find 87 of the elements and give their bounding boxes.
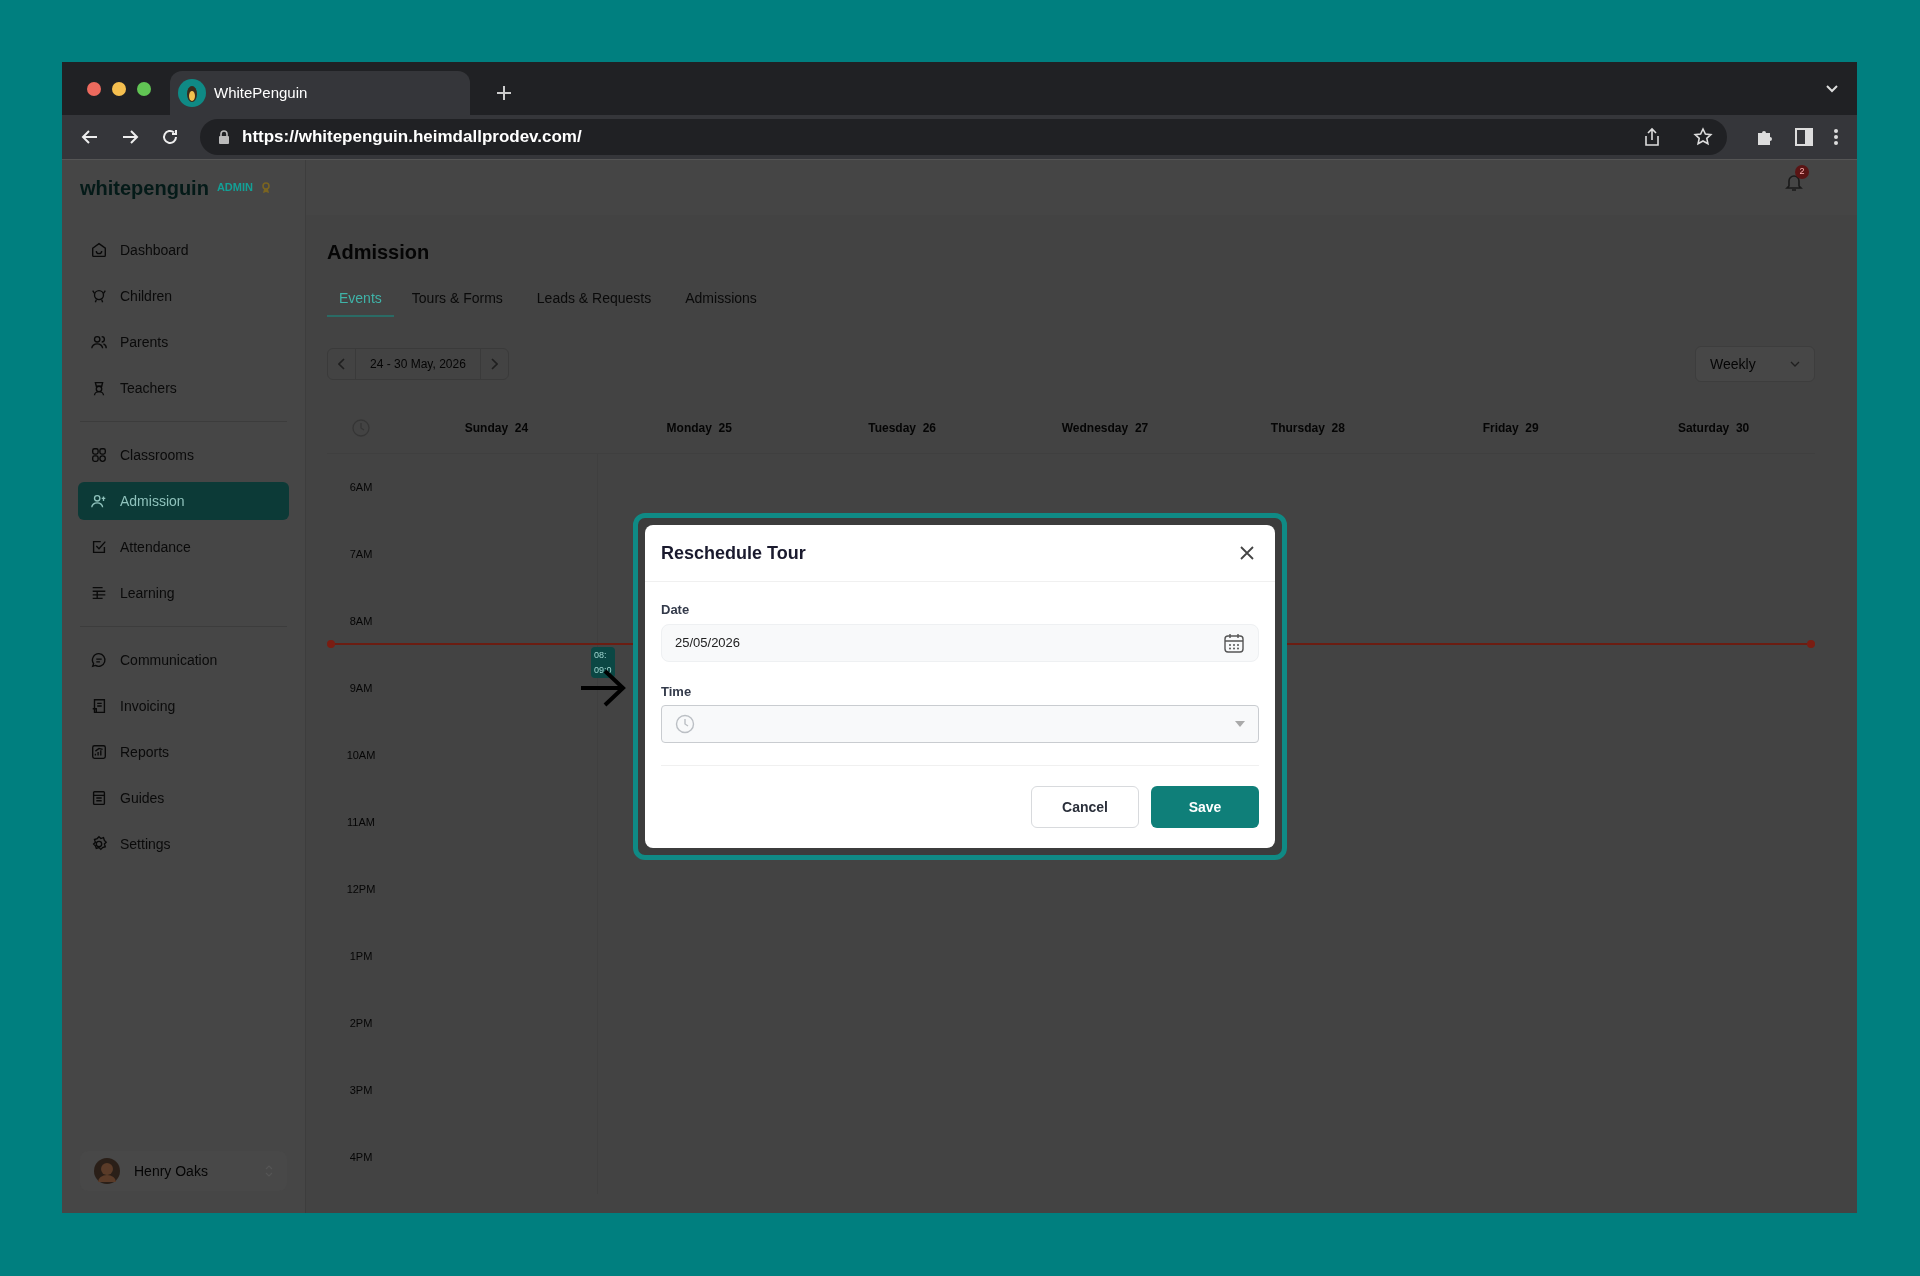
role-label: ADMIN <box>216 180 253 196</box>
cancel-button[interactable]: Cancel <box>1031 786 1139 828</box>
new-tab-icon[interactable] <box>496 85 512 101</box>
sidebar-item[interactable]: Classrooms <box>78 436 289 474</box>
hour-label: 6AM <box>349 480 373 496</box>
hour-label: 12PM <box>346 882 376 898</box>
hour-label: 7AM <box>349 547 373 563</box>
browser-tab[interactable]: WhitePenguin <box>170 71 470 115</box>
hour-label: 11AM <box>347 815 375 831</box>
minimize-window-icon[interactable] <box>112 82 126 96</box>
sidebar-item[interactable]: Communication <box>78 641 289 679</box>
hour-label: 8AM <box>349 614 373 630</box>
hour-label: 4PM <box>349 1150 373 1166</box>
hour-label: 1PM <box>349 949 373 965</box>
sidebar-item[interactable]: Learning <box>78 574 289 612</box>
reload-icon[interactable] <box>160 127 180 147</box>
clock-icon <box>675 714 695 734</box>
chevron-right-icon <box>490 358 499 370</box>
sidebar-item[interactable]: Teachers <box>78 369 289 407</box>
lock-icon <box>218 130 230 144</box>
chat-icon <box>90 651 108 669</box>
view-dropdown[interactable]: Weekly <box>1695 346 1815 382</box>
user-plus-icon <box>90 492 108 510</box>
share-icon[interactable] <box>1643 127 1661 147</box>
page-tab[interactable]: Admissions <box>669 281 773 317</box>
sidebar-item[interactable]: Guides <box>78 779 289 817</box>
document-icon <box>90 789 108 807</box>
day-header: Saturday 30 <box>1677 419 1750 437</box>
chart-icon <box>90 743 108 761</box>
field-label: Date <box>661 601 691 619</box>
sidebar-item[interactable]: Settings <box>78 825 289 863</box>
award-icon <box>260 181 271 194</box>
day-header: Tuesday 26 <box>868 419 937 437</box>
sidebar-item[interactable]: Children <box>78 277 289 315</box>
close-icon <box>1239 545 1255 561</box>
hour-label: 3PM <box>349 1083 373 1099</box>
modal-title: Reschedule Tour <box>661 541 806 565</box>
book-icon <box>90 584 108 602</box>
user-name: Henry Oaks <box>134 1161 209 1181</box>
date-range: 24 - 30 May, 2026 <box>369 356 467 373</box>
star-icon[interactable] <box>1693 127 1713 147</box>
sidebar-item[interactable]: Attendance <box>78 528 289 566</box>
day-header: Wednesday 27 <box>1061 419 1149 437</box>
sidebar-item[interactable]: Invoicing <box>78 687 289 725</box>
address-bar[interactable]: https://whitepenguin.heimdallprodev.com/ <box>200 119 1727 155</box>
home-icon <box>90 241 108 259</box>
tab-title: WhitePenguin <box>214 82 308 103</box>
chevron-down-icon[interactable] <box>1825 84 1839 94</box>
page-tab[interactable]: Tours & Forms <box>395 281 519 317</box>
users-icon <box>90 333 108 351</box>
settings-icon <box>90 835 108 853</box>
sidebar-item[interactable]: Dashboard <box>78 231 289 269</box>
date-field[interactable]: 25/05/2026 <box>661 623 1259 662</box>
chevron-down-icon <box>1790 361 1800 367</box>
hour-label: 9AM <box>349 681 373 697</box>
event-time: 08: <box>594 649 608 661</box>
day-header: Friday 29 <box>1482 419 1539 437</box>
field-label: Time <box>661 682 693 701</box>
notification-badge: 2 <box>1795 165 1809 179</box>
menu-icon[interactable] <box>1833 128 1839 146</box>
page-tab[interactable]: Events <box>327 281 394 317</box>
favicon-icon <box>178 79 206 107</box>
maximize-window-icon[interactable] <box>137 82 151 96</box>
child-icon <box>90 287 108 305</box>
sidebar-item[interactable]: Reports <box>78 733 289 771</box>
day-header: Thursday 28 <box>1270 419 1345 437</box>
avatar <box>94 1158 120 1184</box>
invoice-icon <box>90 697 108 715</box>
side-panel-icon[interactable] <box>1795 128 1813 146</box>
hour-label: 10AM <box>346 748 376 764</box>
url-text: https://whitepenguin.heimdallprodev.com/ <box>242 126 583 149</box>
arrow-icon <box>579 668 627 708</box>
day-header: Sunday 24 <box>464 419 529 437</box>
page-title: Admission <box>327 240 431 265</box>
logo-text: whitepenguin <box>80 175 209 201</box>
dropdown-caret-icon <box>1235 721 1245 727</box>
calendar-icon <box>1223 632 1245 653</box>
checkbox-icon <box>90 538 108 556</box>
sidebar-item[interactable]: Admission <box>78 482 289 520</box>
sidebar-item[interactable]: Parents <box>78 323 289 361</box>
save-button[interactable]: Save <box>1151 786 1259 828</box>
grid-icon <box>90 446 108 464</box>
page-tab[interactable]: Leads & Requests <box>520 281 668 317</box>
day-header: Monday 25 <box>666 419 732 437</box>
hour-label: 2PM <box>349 1016 373 1032</box>
chevron-left-icon <box>337 358 346 370</box>
close-window-icon[interactable] <box>87 82 101 96</box>
